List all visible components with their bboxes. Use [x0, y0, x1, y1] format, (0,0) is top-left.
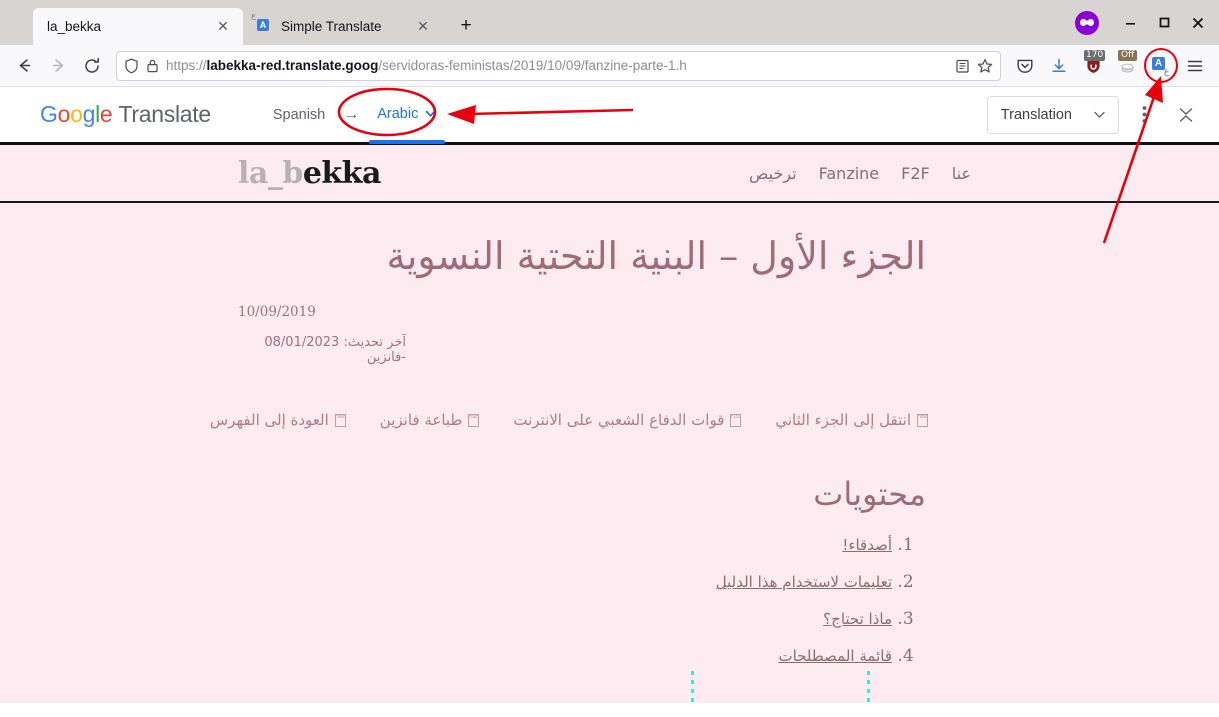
target-language-dropdown[interactable]: Arabic	[369, 105, 446, 144]
missing-glyph-icon: F15C	[730, 413, 742, 427]
site-logo-faded: la_b	[238, 155, 303, 191]
quick-link-3[interactable]: F06E العودة إلى الفهرس	[210, 411, 346, 429]
site-nav-item-1[interactable]: F2F	[901, 164, 930, 183]
reload-button-icon[interactable]	[76, 51, 108, 81]
close-tab-icon[interactable]: ✕	[413, 17, 433, 37]
ublock-origin-icon[interactable]: 170	[1077, 49, 1109, 81]
quick-link-label: طباعة فانزين	[379, 411, 463, 430]
bookmark-star-icon[interactable]	[977, 58, 993, 74]
quick-link-label: العودة إلى الفهرس	[209, 411, 329, 430]
kebab-menu-icon[interactable]	[1127, 98, 1161, 132]
selection-marker-left	[691, 671, 694, 703]
tab-title: Simple Translate	[281, 19, 382, 34]
source-language-label[interactable]: Spanish	[273, 107, 325, 123]
toc-link-2[interactable]: ماذا تحتاج؟	[823, 610, 892, 628]
contents-heading: محتويات	[813, 475, 926, 514]
translation-mode-dropdown[interactable]: Translation	[986, 95, 1119, 134]
target-language-label: Arabic	[377, 105, 419, 122]
forward-button-icon[interactable]	[42, 51, 74, 81]
cookie-badge: Off	[1118, 49, 1138, 61]
maximize-window-button[interactable]	[1147, 3, 1181, 43]
site-navigation: عنا F2F Fanzine ترخيص	[749, 164, 971, 183]
table-of-contents: أصدقاء! تعليمات لاستخدام هذا الدليل ماذا…	[238, 535, 926, 666]
pocket-icon[interactable]	[1009, 51, 1041, 81]
list-item: تعليمات لاستخدام هذا الدليل	[238, 572, 892, 592]
browser-nav-bar: https://labekka-red.translate.goog/servi…	[0, 45, 1219, 87]
active-language-indicator	[369, 139, 446, 144]
missing-glyph-icon: F02F	[468, 413, 480, 427]
simple-translate-icon: A ع	[251, 11, 273, 35]
translation-mode-label: Translation	[1000, 106, 1072, 123]
chevron-down-icon	[1094, 111, 1105, 118]
site-nav-item-3[interactable]: ترخيص	[749, 164, 797, 183]
quick-link-0[interactable]: F06E انتقل إلى الجزء الثاني	[775, 411, 928, 429]
list-item: أصدقاء!	[238, 535, 892, 555]
close-window-button[interactable]	[1181, 3, 1215, 43]
quick-link-label: انتقل إلى الجزء الثاني	[775, 411, 911, 430]
missing-glyph-icon: F06E	[917, 413, 928, 427]
hamburger-menu-icon[interactable]	[1179, 51, 1211, 81]
url-host: labekka-red.translate.goog	[206, 57, 379, 73]
last-updated-text: آخر تحديث: 08/01/2023 -فانزين	[264, 335, 406, 366]
shield-icon[interactable]	[124, 58, 139, 74]
toc-link-1[interactable]: تعليمات لاستخدام هذا الدليل	[716, 573, 892, 591]
google-translate-bar: Google Translate Spanish → Arabic Transl…	[0, 87, 1219, 145]
language-direction-arrow-icon: →	[343, 105, 360, 123]
back-button-icon[interactable]	[8, 51, 40, 81]
web-page-content: la_bekka عنا F2F Fanzine ترخيص الجزء الأ…	[0, 145, 1219, 703]
new-tab-button[interactable]: +	[451, 11, 481, 41]
toc-link-0[interactable]: أصدقاء!	[842, 536, 892, 554]
chevron-down-icon	[425, 110, 436, 117]
page-title: الجزء الأول – البنية التحتية النسوية	[386, 234, 926, 278]
downloads-icon[interactable]	[1043, 51, 1075, 81]
list-item: ماذا تحتاج؟	[238, 609, 892, 629]
site-nav-item-0[interactable]: عنا	[952, 164, 971, 183]
container-mask-icon[interactable]	[1075, 10, 1099, 35]
collapse-chevrons-icon[interactable]	[1169, 98, 1203, 132]
ublock-badge: 170	[1084, 49, 1106, 61]
cookie-autodelete-icon[interactable]: Off	[1111, 49, 1143, 81]
site-logo-solid: ekka	[302, 155, 382, 191]
tab-title: la_bekka	[47, 19, 102, 34]
selection-marker-right	[867, 671, 870, 703]
url-bar[interactable]: https://labekka-red.translate.goog/servi…	[116, 50, 1001, 81]
google-translate-logo: Google Translate	[40, 101, 212, 127]
site-nav-item-2[interactable]: Fanzine	[819, 164, 880, 183]
publish-date: 10/09/2019	[238, 304, 316, 321]
lock-icon[interactable]	[146, 58, 159, 74]
url-text[interactable]: https://labekka-red.translate.goog/servi…	[166, 52, 948, 80]
window-controls	[1075, 0, 1219, 45]
browser-tab-strip: la_bekka ✕ A ع Simple Translate ✕ +	[0, 0, 1219, 45]
article-body: الجزء الأول – البنية التحتية النسوية 10/…	[0, 203, 1219, 666]
browser-tab-1[interactable]: A ع Simple Translate ✕	[243, 8, 443, 45]
article-quick-links: F06E انتقل إلى الجزء الثاني F15C قوات الدف…	[210, 411, 928, 430]
browser-tab-0[interactable]: la_bekka ✕	[33, 8, 243, 45]
missing-glyph-icon: F06E	[334, 413, 346, 427]
url-scheme: https://	[166, 57, 207, 73]
site-logo[interactable]: la_bekka	[238, 156, 381, 191]
toc-link-3[interactable]: قائمة المصطلحات	[779, 647, 892, 665]
translate-wordmark: Translate	[118, 101, 212, 127]
site-header: la_bekka عنا F2F Fanzine ترخيص	[0, 145, 1219, 203]
list-item: قائمة المصطلحات	[238, 646, 892, 666]
minimize-window-button[interactable]	[1113, 3, 1147, 43]
close-tab-icon[interactable]: ✕	[213, 17, 233, 37]
reader-view-icon[interactable]	[955, 58, 970, 74]
url-path: /servidoras-feministas/2019/10/09/fanzin…	[378, 57, 687, 73]
quick-link-2[interactable]: F02F طباعة فانزين	[380, 411, 480, 429]
browser-extension-toolbar: 170 Off A ع	[1009, 47, 1211, 83]
translate-bar-actions: Translation	[986, 95, 1203, 134]
simple-translate-icon[interactable]: A ع	[1144, 47, 1178, 83]
quick-link-label: قوات الدفاع الشعبي على الانترنت	[513, 411, 725, 430]
quick-link-1[interactable]: F15C قوات الدفاع الشعبي على الانترنت	[513, 411, 742, 430]
language-selector-group: Spanish → Arabic	[273, 105, 446, 144]
